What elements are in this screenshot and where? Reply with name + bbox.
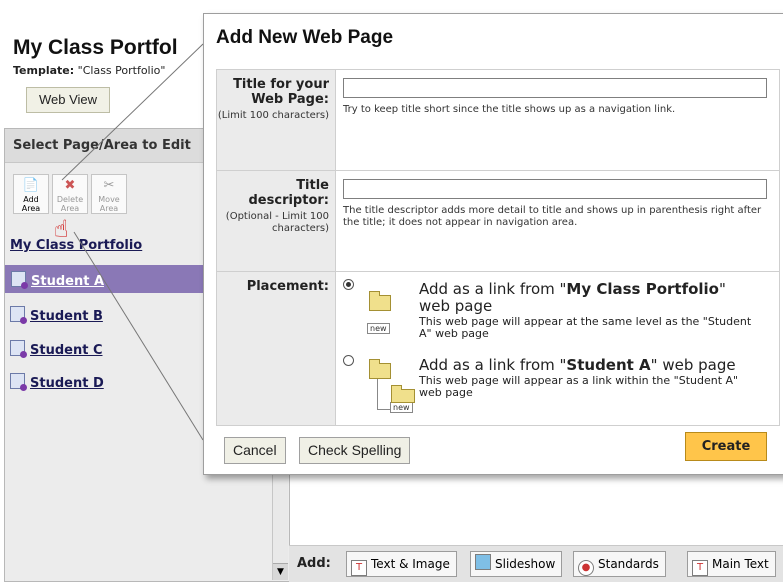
descriptor-hint: The title descriptor adds more detail to… xyxy=(343,205,762,228)
new-page-badge: new xyxy=(367,323,390,334)
descriptor-row: Title descriptor: (Optional - Limit 100 … xyxy=(217,171,779,272)
descriptor-label: Title descriptor: xyxy=(248,178,330,208)
option-heading: Add as a link from "My Class Portfolio" … xyxy=(419,280,726,315)
descriptor-field-cell: The title descriptor adds more detail to… xyxy=(337,171,779,271)
add-web-page-dialog: Add New Web Page Title for your Web Page… xyxy=(203,13,783,475)
placement-option-text: Add as a link from "Student A" web page … xyxy=(419,357,759,399)
descriptor-input[interactable] xyxy=(343,179,767,199)
title-limit-note: (Limit 100 characters) xyxy=(217,110,329,121)
placement-row: Placement: new Add as a link from "My Cl… xyxy=(217,272,779,425)
title-label-cell: Title for your Web Page: (Limit 100 char… xyxy=(217,70,336,170)
title-field-cell: Try to keep title short since the title … xyxy=(337,70,779,170)
placement-field-cell: new Add as a link from "My Class Portfol… xyxy=(337,272,779,425)
dialog-form: Title for your Web Page: (Limit 100 char… xyxy=(216,69,780,426)
descriptor-limit-note: (Optional - Limit 100 characters) xyxy=(225,211,329,234)
option-description: This web page will appear as a link with… xyxy=(419,374,739,399)
option-description: This web page will appear at the same le… xyxy=(419,315,752,340)
title-input[interactable] xyxy=(343,78,767,98)
placement-option-sibling[interactable]: new Add as a link from "My Class Portfol… xyxy=(343,279,773,349)
title-hint: Try to keep title short since the title … xyxy=(343,104,676,115)
placement-label-cell: Placement: xyxy=(217,272,336,425)
dialog-title: Add New Web Page xyxy=(216,27,394,48)
child-folder-icon xyxy=(391,385,415,403)
check-spelling-button[interactable]: Check Spelling xyxy=(299,437,411,464)
placement-label: Placement: xyxy=(246,279,329,294)
title-row: Title for your Web Page: (Limit 100 char… xyxy=(217,70,779,171)
descriptor-label-cell: Title descriptor: (Optional - Limit 100 … xyxy=(217,171,336,271)
option-heading: Add as a link from "Student A" web page xyxy=(419,356,736,374)
title-label: Title for your Web Page: xyxy=(233,77,329,107)
cancel-button[interactable]: Cancel xyxy=(224,437,286,464)
radio-child[interactable] xyxy=(343,355,354,366)
new-page-badge: new xyxy=(390,402,413,413)
tree-connector xyxy=(377,379,390,410)
create-button[interactable]: Create xyxy=(685,432,767,461)
folder-icon xyxy=(369,291,391,311)
folder-icon xyxy=(369,359,391,379)
placement-option-text: Add as a link from "My Class Portfolio" … xyxy=(419,281,759,340)
placement-option-child[interactable]: new Add as a link from "Student A" web p… xyxy=(343,355,773,420)
radio-sibling[interactable] xyxy=(343,279,354,290)
hand-cursor-icon: ☝ xyxy=(54,215,69,243)
